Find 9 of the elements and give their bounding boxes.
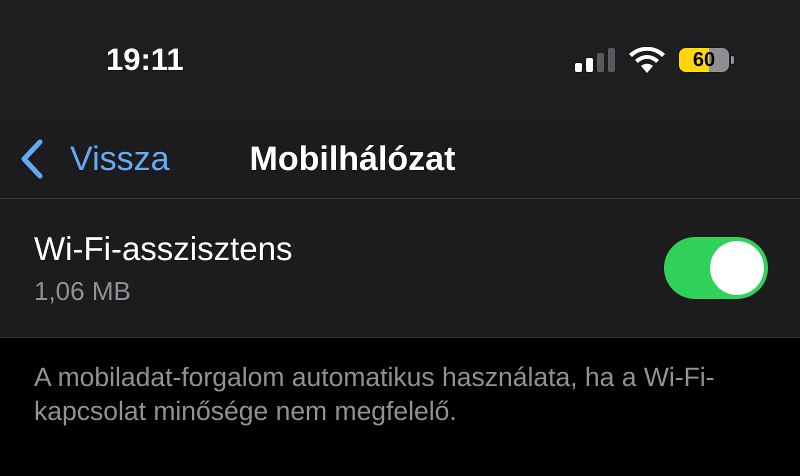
chevron-left-icon <box>20 139 44 179</box>
page-title: Mobilhálózat <box>250 140 456 178</box>
setting-label: Wi-Fi-asszisztens <box>34 230 293 268</box>
back-button[interactable]: Vissza <box>0 139 170 179</box>
status-time: 19:11 <box>106 42 184 78</box>
setting-detail: 1,06 MB <box>34 276 132 306</box>
footer-note: A mobiladat-forgalom automatikus használata, ha a Wi-Fi-kapcsolat minősége nem megfelelő. <box>33 361 716 428</box>
wifi-icon <box>629 47 665 73</box>
signal-icon <box>575 48 615 72</box>
